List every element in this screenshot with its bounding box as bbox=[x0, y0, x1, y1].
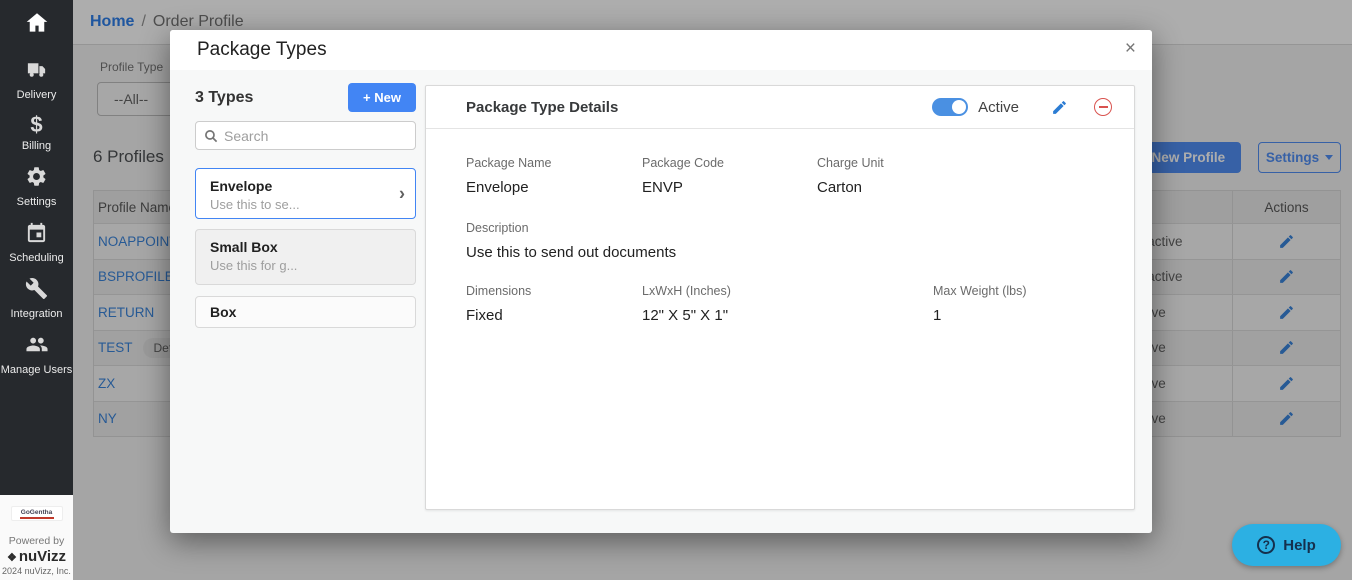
field-label: Description bbox=[466, 221, 529, 235]
calendar-icon bbox=[27, 222, 46, 243]
modal-title: Package Types bbox=[197, 39, 327, 60]
details-body: Package Name Envelope Package Code ENVP … bbox=[426, 129, 1134, 324]
sidebar-item-label: Scheduling bbox=[9, 252, 64, 264]
field-label: LxWxH (Inches) bbox=[642, 284, 731, 298]
sidebar-item-billing[interactable]: $ Billing bbox=[0, 107, 73, 158]
package-type-item-small-box[interactable]: Small Box Use this for g... bbox=[195, 229, 416, 285]
package-type-desc: Use this for g... bbox=[210, 258, 298, 273]
edit-icon[interactable] bbox=[1051, 99, 1068, 116]
question-icon: ? bbox=[1257, 536, 1276, 554]
nuvizz-logo: ❖ nuVizz bbox=[0, 548, 73, 565]
details-title: Package Type Details bbox=[466, 98, 619, 116]
search-icon bbox=[205, 129, 218, 142]
gear-icon bbox=[27, 167, 46, 186]
package-type-desc: Use this to se... bbox=[210, 197, 300, 212]
field-label: Package Code bbox=[642, 156, 725, 170]
help-button[interactable]: ? Help bbox=[1232, 524, 1341, 566]
field-label: Charge Unit bbox=[817, 156, 884, 170]
types-count: 3 Types bbox=[195, 88, 254, 106]
field-value-package-name: Envelope bbox=[466, 179, 529, 196]
sidebar-item-scheduling[interactable]: Scheduling bbox=[0, 214, 73, 270]
certification-badge[interactable]: GoGentha bbox=[10, 506, 63, 521]
copyright-text: 2024 nuVizz, Inc. bbox=[2, 566, 71, 576]
package-type-name: Envelope bbox=[210, 178, 273, 194]
screen: Home / Order Profile Profile Type --All-… bbox=[0, 0, 1352, 580]
search-box bbox=[195, 121, 416, 150]
search-input[interactable] bbox=[224, 127, 407, 144]
field-label: Dimensions bbox=[466, 284, 532, 298]
details-header: Package Type Details Active bbox=[426, 86, 1134, 129]
package-type-details-card: Package Type Details Active Package Name… bbox=[425, 85, 1135, 510]
field-value-lwh: 12" X 5" X 1" bbox=[642, 307, 729, 324]
field-value-dimensions: Fixed bbox=[466, 307, 503, 324]
powered-by-label: Powered by bbox=[8, 535, 65, 547]
diamond-icon: ❖ bbox=[6, 552, 17, 564]
package-type-list-panel: 3 Types + New Envelope Use this to se...… bbox=[195, 83, 416, 328]
active-toggle[interactable] bbox=[932, 98, 969, 116]
sidebar: Delivery $ Billing Settings Scheduling I… bbox=[0, 0, 73, 495]
sidebar-item-label: Delivery bbox=[16, 89, 57, 101]
sidebar-item-home[interactable] bbox=[0, 0, 73, 51]
package-type-item-envelope[interactable]: Envelope Use this to se... › bbox=[195, 168, 416, 219]
package-type-item-box[interactable]: Box bbox=[195, 296, 416, 328]
sidebar-item-label: Settings bbox=[16, 196, 57, 208]
sidebar-item-delivery[interactable]: Delivery bbox=[0, 51, 73, 107]
truck-icon bbox=[27, 63, 46, 77]
field-label: Package Name bbox=[466, 156, 552, 170]
sidebar-item-settings[interactable]: Settings bbox=[0, 158, 73, 214]
field-label: Max Weight (lbs) bbox=[933, 284, 1027, 298]
sidebar-item-label: Manage Users bbox=[0, 364, 73, 376]
chevron-right-icon: › bbox=[399, 183, 405, 203]
sidebar-item-integration[interactable]: Integration bbox=[0, 270, 73, 326]
deactivate-icon[interactable] bbox=[1094, 98, 1112, 116]
certification-badge-text: GoGentha bbox=[20, 509, 53, 516]
users-icon bbox=[25, 337, 48, 352]
new-type-button[interactable]: + New bbox=[348, 83, 416, 112]
field-value-charge-unit: Carton bbox=[817, 179, 863, 196]
help-label: Help bbox=[1283, 536, 1316, 554]
sidebar-item-manage-users[interactable]: Manage Users bbox=[0, 326, 73, 382]
wrench-icon bbox=[25, 278, 48, 300]
modal-header: Package Types bbox=[170, 30, 1152, 70]
sidebar-item-label: Billing bbox=[21, 140, 52, 152]
package-type-name: Small Box bbox=[210, 239, 278, 255]
close-icon[interactable]: × bbox=[1125, 38, 1136, 60]
brand-name: nuVizz bbox=[18, 548, 67, 565]
field-value-description: Use this to send out documents bbox=[466, 244, 677, 261]
field-value-max-weight: 1 bbox=[933, 307, 942, 324]
home-icon bbox=[26, 13, 47, 32]
field-value-package-code: ENVP bbox=[642, 179, 683, 196]
dollar-icon: $ bbox=[30, 112, 43, 137]
active-toggle-label: Active bbox=[978, 98, 1019, 116]
package-types-modal: Package Types × 3 Types + New Envelope U… bbox=[170, 30, 1152, 533]
package-type-name: Box bbox=[210, 304, 237, 320]
sidebar-footer: GoGentha Powered by ❖ nuVizz 2024 nuVizz,… bbox=[0, 495, 73, 580]
sidebar-item-label: Integration bbox=[10, 308, 63, 320]
